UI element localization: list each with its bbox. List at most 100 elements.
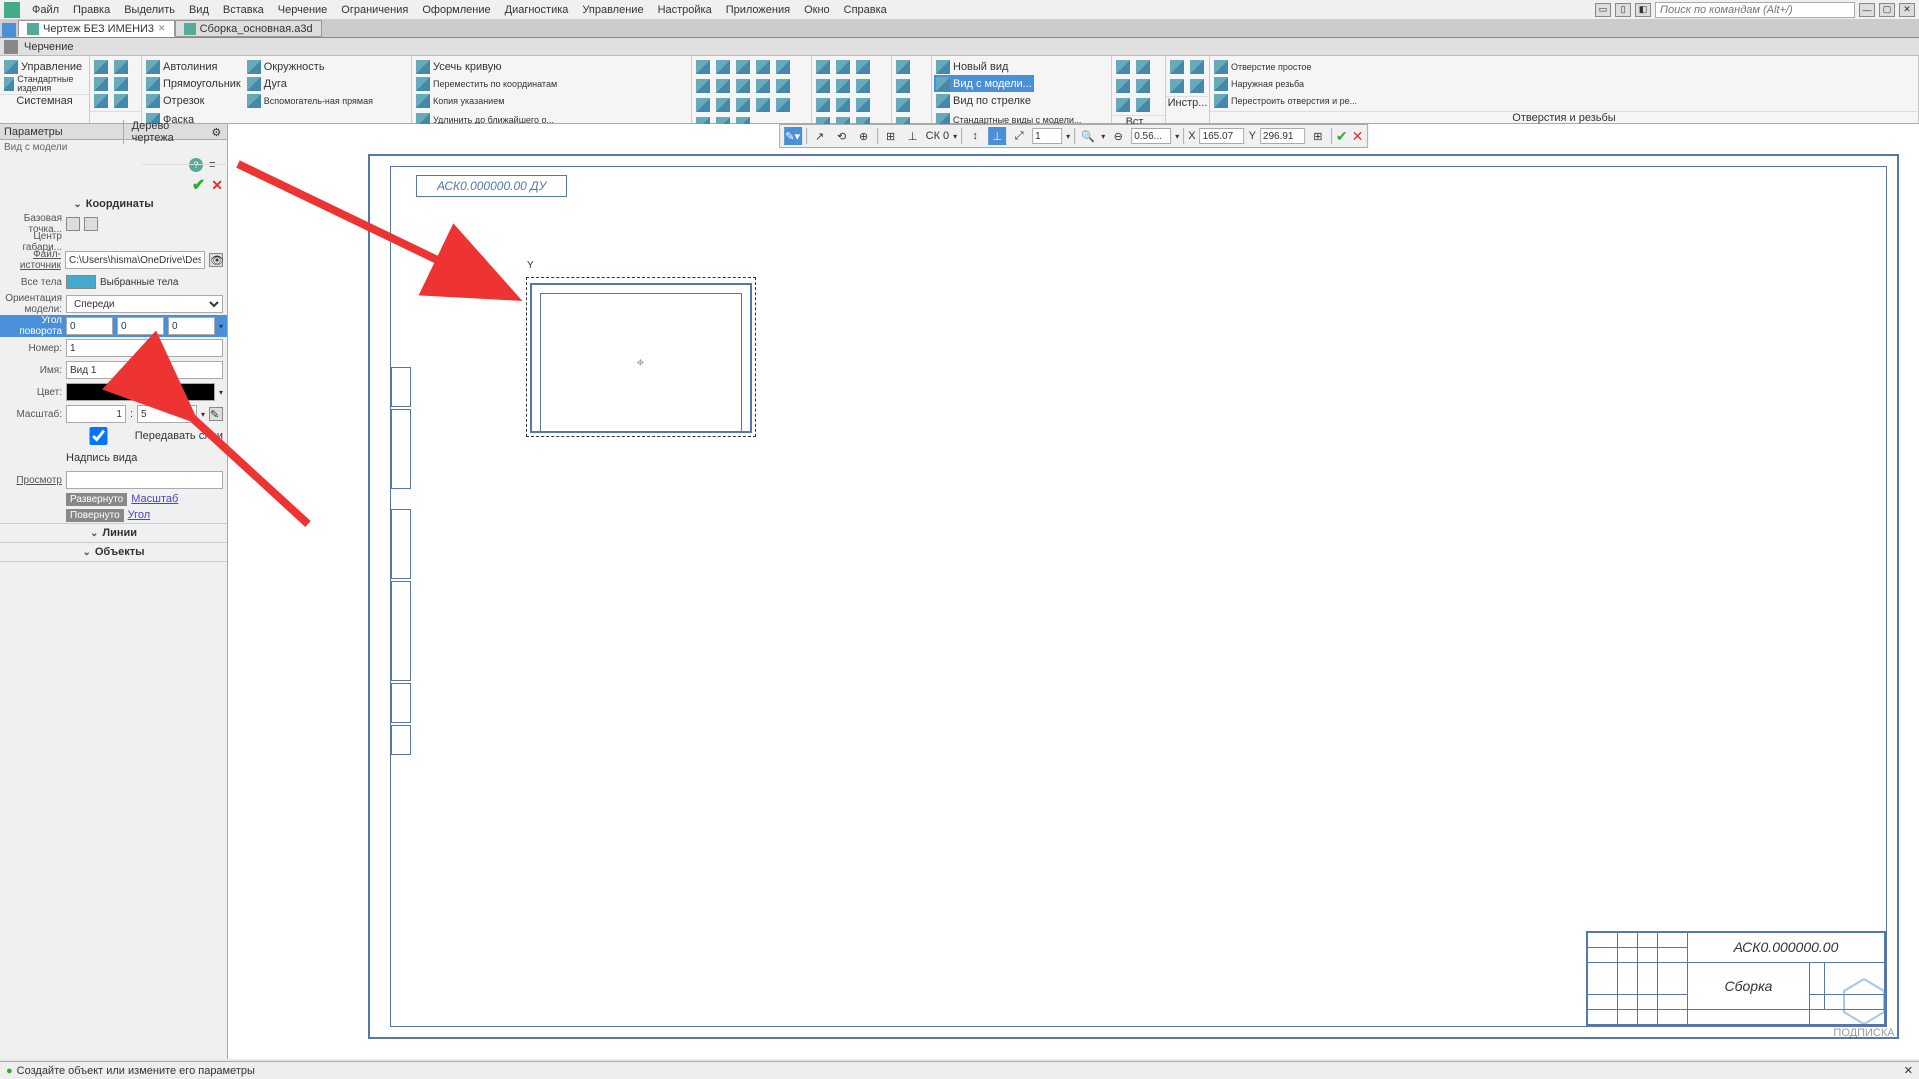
- angle-link[interactable]: Угол: [128, 509, 151, 521]
- zoom-out-icon[interactable]: ⊖: [1109, 127, 1127, 145]
- constraint-btn[interactable]: [814, 77, 832, 94]
- dim-btn[interactable]: [694, 96, 712, 113]
- zoom-input[interactable]: [1131, 128, 1171, 144]
- confirm-icon[interactable]: ✔: [192, 175, 205, 195]
- gear-icon[interactable]: ⚙: [211, 126, 223, 138]
- segment-button[interactable]: Отрезок: [144, 92, 243, 109]
- canvas-confirm-icon[interactable]: ✔: [1336, 128, 1348, 145]
- new-button[interactable]: [92, 58, 110, 75]
- canvas-cancel-icon[interactable]: ✕: [1352, 128, 1364, 145]
- orientation-select[interactable]: Спереди: [66, 295, 223, 313]
- dim-btn[interactable]: [754, 77, 772, 94]
- dim-btn[interactable]: [694, 58, 712, 75]
- auxline-button[interactable]: Вспомогатель-ная прямая: [245, 92, 375, 109]
- window-minimize[interactable]: —: [1859, 3, 1875, 17]
- view-placement[interactable]: Y ⌖: [526, 277, 756, 437]
- menu-apps[interactable]: Приложения: [720, 2, 796, 18]
- constraint-btn[interactable]: [854, 77, 872, 94]
- number-input[interactable]: [66, 339, 223, 357]
- dim-btn[interactable]: [734, 77, 752, 94]
- x-input[interactable]: [1200, 128, 1245, 144]
- management-button[interactable]: Управление: [2, 58, 87, 75]
- tool-btn[interactable]: [1188, 58, 1206, 75]
- constraint-btn[interactable]: [834, 58, 852, 75]
- dim-btn[interactable]: [774, 58, 792, 75]
- rot-dropdown-icon[interactable]: ▾: [219, 322, 223, 331]
- tool-btn[interactable]: ⟲: [833, 127, 851, 145]
- menu-help[interactable]: Справка: [838, 2, 893, 18]
- layout-btn-2[interactable]: ▯: [1615, 3, 1631, 17]
- tab-drawing[interactable]: Чертеж БЕЗ ИМЕНИ3 ✕: [18, 20, 175, 37]
- color-picker[interactable]: [66, 383, 215, 401]
- arrow-view-button[interactable]: Вид по стрелке: [934, 92, 1034, 109]
- window-close[interactable]: ✕: [1899, 3, 1915, 17]
- insert-btn[interactable]: [1114, 58, 1132, 75]
- thread-button[interactable]: Наружная резьба: [1212, 75, 1359, 92]
- menu-diagnostics[interactable]: Диагностика: [499, 2, 575, 18]
- dim-btn[interactable]: [694, 77, 712, 94]
- name-input[interactable]: [66, 361, 223, 379]
- obj-btn[interactable]: [894, 58, 912, 75]
- section-lines[interactable]: Линии: [0, 524, 227, 542]
- coord-icon[interactable]: ⊞: [1309, 127, 1327, 145]
- scale-pick-icon[interactable]: ✎: [209, 407, 223, 421]
- view-from-model-button[interactable]: Вид с модели...: [934, 75, 1034, 92]
- layers-checkbox[interactable]: [66, 427, 131, 445]
- menu-format[interactable]: Оформление: [416, 2, 496, 18]
- rectangle-button[interactable]: Прямоугольник: [144, 75, 243, 92]
- insert-btn[interactable]: [1134, 96, 1152, 113]
- window-maximize[interactable]: ▢: [1879, 3, 1895, 17]
- obj-btn[interactable]: [894, 77, 912, 94]
- menu-window[interactable]: Окно: [798, 2, 836, 18]
- section-objects[interactable]: Объекты: [0, 543, 227, 561]
- scale-dropdown-icon[interactable]: ▾: [201, 410, 205, 419]
- insert-btn[interactable]: [1134, 77, 1152, 94]
- tab-add-icon[interactable]: [2, 23, 16, 37]
- save-button[interactable]: [92, 92, 110, 109]
- std-parts-button[interactable]: Стандартные изделия: [2, 75, 87, 92]
- menu-edit[interactable]: Правка: [67, 2, 116, 18]
- open-button[interactable]: [92, 75, 110, 92]
- dim-btn[interactable]: [774, 77, 792, 94]
- hole-simple-button[interactable]: Отверстие простое: [1212, 58, 1359, 75]
- tool-btn[interactable]: [1168, 58, 1186, 75]
- print-button[interactable]: [112, 58, 130, 75]
- constraint-btn[interactable]: [814, 58, 832, 75]
- layout-btn-3[interactable]: ◧: [1635, 3, 1651, 17]
- dim-btn[interactable]: [774, 96, 792, 113]
- file-browse-icon[interactable]: 👁: [209, 253, 223, 267]
- preview-input[interactable]: [66, 471, 223, 489]
- constraint-btn[interactable]: [814, 96, 832, 113]
- y-input[interactable]: [1260, 128, 1305, 144]
- zoom-icon[interactable]: 🔍: [1079, 127, 1097, 145]
- grid-icon[interactable]: ⊞: [882, 127, 900, 145]
- section-coordinates[interactable]: Координаты: [0, 195, 227, 213]
- obj-btn[interactable]: [894, 96, 912, 113]
- layout-btn-1[interactable]: ▭: [1595, 3, 1611, 17]
- align-icon[interactable]: ↕: [966, 127, 984, 145]
- menu-insert[interactable]: Вставка: [217, 2, 270, 18]
- menu-select[interactable]: Выделить: [118, 2, 181, 18]
- menu-settings[interactable]: Настройка: [652, 2, 718, 18]
- constraint-btn[interactable]: [854, 96, 872, 113]
- dim-btn[interactable]: [754, 58, 772, 75]
- constraint-btn[interactable]: [834, 77, 852, 94]
- rebuild-holes-button[interactable]: Перестроить отверстия и ре...: [1212, 92, 1359, 109]
- bodies-toggle[interactable]: [66, 275, 96, 289]
- dim-btn[interactable]: [734, 96, 752, 113]
- canvas-area[interactable]: ✎▾ ↗ ⟲ ⊕ ⊞ ⊥ СК 0 ▾ ↕ ⊥ ⤢ ▾ 🔍 ▾ ⊖ ▾ X Y: [228, 124, 1919, 1059]
- menu-drawing[interactable]: Черчение: [272, 2, 334, 18]
- insert-btn[interactable]: [1114, 96, 1132, 113]
- dim-btn[interactable]: [714, 96, 732, 113]
- move-button[interactable]: Переместить по координатам: [414, 75, 559, 92]
- rot-x-input[interactable]: [66, 317, 113, 335]
- dim-btn[interactable]: [754, 96, 772, 113]
- insert-btn[interactable]: [1114, 77, 1132, 94]
- scale-num-input[interactable]: [66, 405, 126, 423]
- menu-view[interactable]: Вид: [183, 2, 215, 18]
- basepoint-btn1[interactable]: [66, 217, 80, 231]
- tool-btn[interactable]: ↗: [811, 127, 829, 145]
- file-source-link[interactable]: Файл-источник: [4, 249, 61, 271]
- menu-constraints[interactable]: Ограничения: [335, 2, 414, 18]
- scale-link[interactable]: Масштаб: [131, 493, 178, 505]
